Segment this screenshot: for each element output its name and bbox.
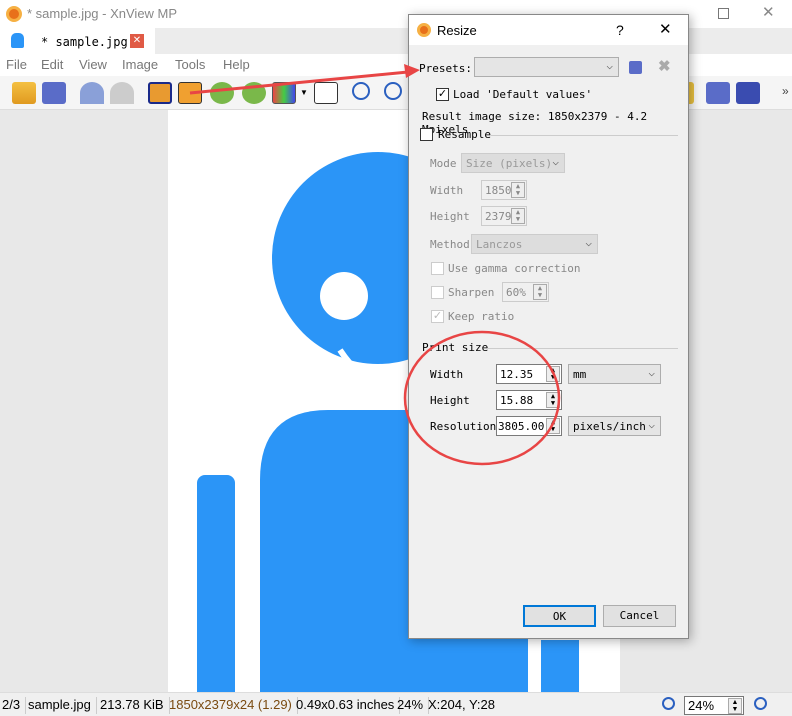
mode-label: Mode xyxy=(430,157,457,170)
status-dimensions: 1850x2379x24 (1.29) xyxy=(169,697,298,714)
resolution-input[interactable]: 3805.00 ▲ ▼ xyxy=(496,416,562,436)
print-height-value: 15.88 xyxy=(500,394,534,407)
height-spinner: ▲ ▼ xyxy=(511,208,525,224)
status-bar: 2/3 sample.jpg 213.78 KiB 1850x2379x24 (… xyxy=(0,692,792,716)
width-input: 1850 ▲ ▼ xyxy=(481,180,527,200)
zoom-in-icon[interactable] xyxy=(662,697,675,710)
height-input: 2379 ▲ ▼ xyxy=(481,206,527,226)
cancel-button[interactable]: Cancel xyxy=(603,605,676,627)
print-size-label: Print size xyxy=(422,341,489,354)
dialog-logo-icon xyxy=(417,23,431,37)
delete-preset-icon[interactable]: ✖ xyxy=(658,57,671,75)
toolbar-overflow[interactable]: » xyxy=(782,84,789,98)
status-index: 2/3 xyxy=(2,697,27,714)
print-width-label: Width xyxy=(430,368,464,381)
print-width-input[interactable]: 12.35 ▲ ▼ xyxy=(496,364,562,384)
close-window-button[interactable]: ✕ xyxy=(762,3,775,21)
crop-icon[interactable] xyxy=(148,82,172,104)
divider xyxy=(487,348,678,349)
ok-button[interactable]: OK xyxy=(523,605,596,627)
maximize-button[interactable] xyxy=(718,8,729,19)
presets-select[interactable] xyxy=(474,57,619,77)
browser-icon[interactable] xyxy=(11,33,24,48)
menu-view[interactable]: View xyxy=(79,57,107,72)
zoom-spinner[interactable]: ▲ ▼ xyxy=(728,698,742,714)
app-logo-icon xyxy=(6,6,22,22)
presets-label: Presets: xyxy=(419,62,472,75)
rotate-right-icon[interactable] xyxy=(242,82,266,104)
save-preset-icon[interactable] xyxy=(629,61,642,74)
adjust-colors-icon[interactable] xyxy=(272,82,296,104)
dialog-title-bar: Resize ? ✕ xyxy=(409,15,688,45)
dropdown-arrow-icon[interactable]: ▼ xyxy=(300,88,308,97)
print-width-value: 12.35 xyxy=(500,368,534,381)
resample-checkbox[interactable] xyxy=(420,128,433,141)
load-defaults-checkbox[interactable]: ✓ xyxy=(436,88,449,101)
print-height-spinner[interactable]: ▲ ▼ xyxy=(546,392,560,408)
resample-label: Resample xyxy=(438,128,491,141)
width-spinner: ▲ ▼ xyxy=(511,182,525,198)
sharpen-spinner: ▲ ▼ xyxy=(533,284,547,300)
mode-select: Size (pixels) xyxy=(461,153,565,173)
menu-tools[interactable]: Tools xyxy=(175,57,205,72)
sharpen-input: 60% ▲ ▼ xyxy=(502,282,549,302)
divider xyxy=(491,135,678,136)
undo-icon[interactable] xyxy=(80,82,104,104)
zoom-out-icon[interactable] xyxy=(754,697,767,710)
sharpen-label: Sharpen xyxy=(448,286,495,299)
height-value: 2379 xyxy=(485,210,512,223)
width-value: 1850 xyxy=(485,184,512,197)
resolution-unit-select[interactable]: pixels/inch xyxy=(568,416,661,436)
window-title: * sample.jpg - XnView MP xyxy=(27,6,178,21)
menu-help[interactable]: Help xyxy=(223,57,250,72)
resolution-value: 3805.00 xyxy=(498,420,545,433)
zoom-input[interactable]: 24% ▲ ▼ xyxy=(684,696,744,715)
menu-edit[interactable]: Edit xyxy=(41,57,63,72)
method-label: Method xyxy=(430,238,470,251)
resolution-label: Resolution xyxy=(430,420,497,433)
menu-image[interactable]: Image xyxy=(122,57,158,72)
zoom-actual-icon[interactable] xyxy=(384,82,402,100)
status-zoom: 24% xyxy=(397,697,430,714)
save-icon[interactable] xyxy=(42,82,66,104)
sharpen-value: 60% xyxy=(506,286,526,299)
help-button[interactable]: ? xyxy=(616,22,624,38)
print-width-spinner[interactable]: ▲ ▼ xyxy=(546,366,560,382)
gamma-label: Use gamma correction xyxy=(448,262,581,275)
status-filename: sample.jpg xyxy=(28,697,97,714)
status-coords: X:204, Y:28 xyxy=(428,697,495,712)
load-defaults-label: Load 'Default values' xyxy=(453,88,593,101)
dialog-close-button[interactable]: ✕ xyxy=(659,20,672,38)
method-select: Lanczos xyxy=(471,234,598,254)
redo-icon[interactable] xyxy=(110,82,134,104)
levels-icon[interactable] xyxy=(314,82,338,104)
menu-file[interactable]: File xyxy=(6,57,27,72)
tab-label: * sample.jpg xyxy=(41,35,128,49)
print-height-input[interactable]: 15.88 ▲ ▼ xyxy=(496,390,562,410)
height-label: Height xyxy=(430,210,470,223)
browser-tree-icon[interactable] xyxy=(12,82,36,104)
print-icon[interactable] xyxy=(706,82,730,104)
gamma-checkbox xyxy=(431,262,444,275)
keep-ratio-label: Keep ratio xyxy=(448,310,515,323)
resolution-spinner[interactable]: ▲ ▼ xyxy=(546,418,560,434)
status-print-size: 0.49x0.63 inches xyxy=(296,697,401,714)
resize-dialog: Resize ? ✕ Presets: ✖ ✓ Load 'Default va… xyxy=(408,14,689,639)
dialog-title: Resize xyxy=(437,23,477,38)
zoom-input-value: 24% xyxy=(688,698,715,713)
width-label: Width xyxy=(430,184,464,197)
status-filesize: 213.78 KiB xyxy=(100,697,170,714)
width-unit-select[interactable]: mm xyxy=(568,364,661,384)
sharpen-checkbox xyxy=(431,286,444,299)
tab-close-icon[interactable]: ✕ xyxy=(130,34,144,48)
print-height-label: Height xyxy=(430,394,470,407)
tab-sample[interactable]: * sample.jpg ✕ xyxy=(0,28,155,54)
keep-ratio-checkbox: ✓ xyxy=(431,310,444,323)
resize-icon[interactable] xyxy=(178,82,202,104)
zoom-in-icon[interactable] xyxy=(352,82,370,100)
rotate-left-icon[interactable] xyxy=(210,82,234,104)
scan-icon[interactable] xyxy=(736,82,760,104)
